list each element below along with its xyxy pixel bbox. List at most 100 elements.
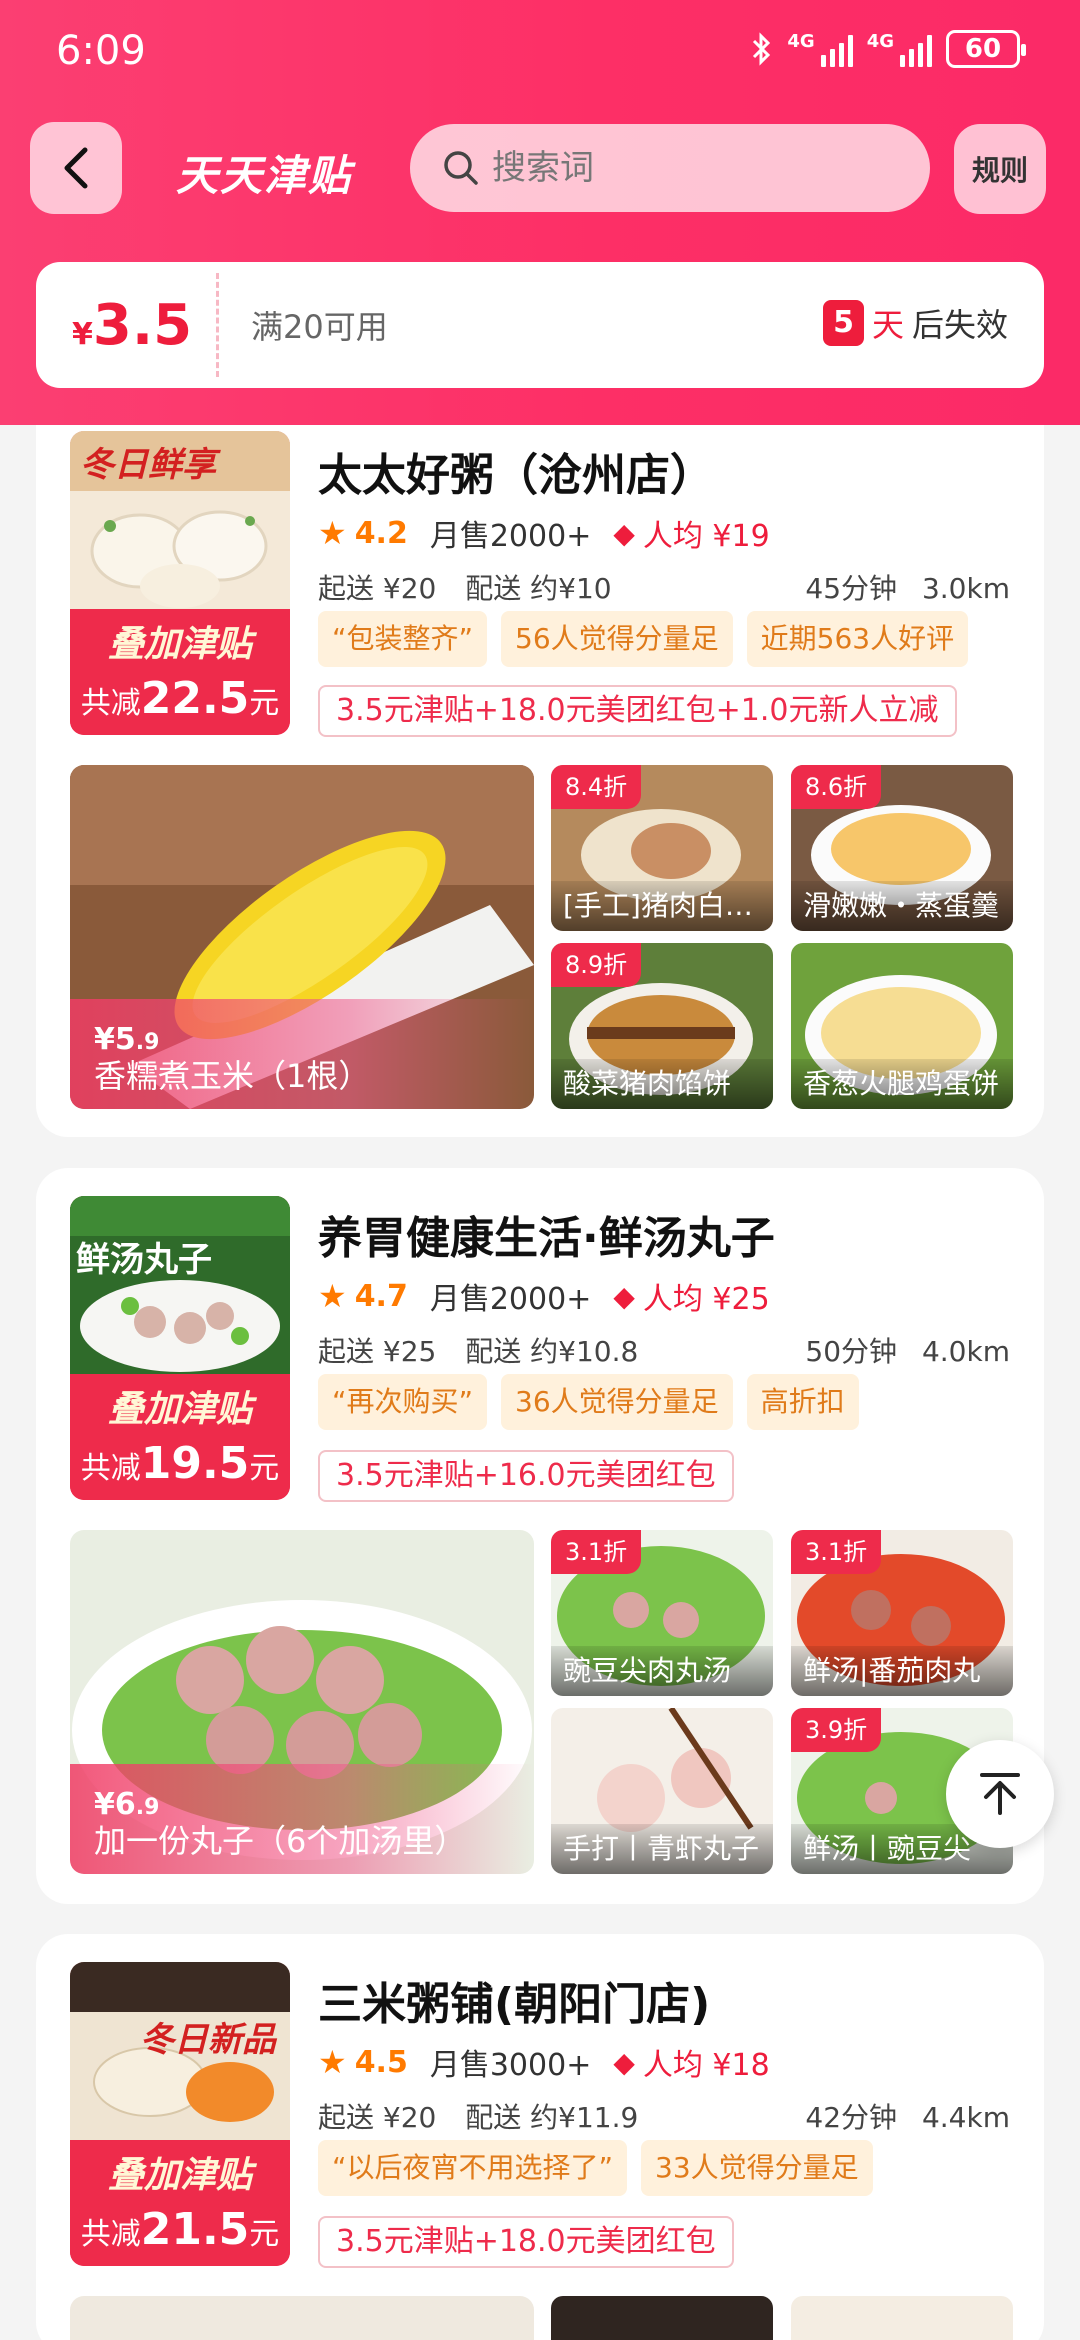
search-input[interactable]: [492, 148, 872, 188]
store-card[interactable]: 鲜汤丸子 叠加津贴 共减19.5元 养胃健康生活·鲜汤丸子 ★ 4.7 月售20…: [36, 1168, 1044, 1904]
search-box[interactable]: [410, 124, 930, 212]
avg-price: 人均 ¥19: [642, 519, 770, 554]
product-name: 鲜汤|番茄肉丸: [791, 1646, 1013, 1696]
store-name[interactable]: 太太好粥（沧州店）: [318, 439, 714, 503]
delivery-time: 50分钟: [805, 1335, 898, 1368]
back-to-top-button[interactable]: [946, 1740, 1054, 1848]
product-item[interactable]: 手打丨青虾丸子: [551, 1708, 773, 1874]
badge-amount: 22.5: [140, 673, 250, 724]
expiry-text: 后失效: [911, 306, 1008, 344]
coupon-expiry: 5 天 后失效: [823, 300, 1008, 346]
product-item[interactable]: [551, 2296, 773, 2340]
badge-amount: 21.5: [140, 2204, 250, 2255]
product-name: [手工]猪肉白菜大包: [551, 881, 773, 931]
store-name[interactable]: 三米粥铺(朝阳门店): [318, 1968, 710, 2032]
page-title: 天天津贴: [176, 151, 353, 200]
signal-icon-2: 4G: [867, 31, 932, 67]
product-item[interactable]: 8.9折 酸菜猪肉馅饼: [551, 943, 773, 1109]
badge-prefix: 共减: [80, 1451, 141, 1486]
badge-amount: 19.5: [140, 1438, 250, 1489]
expiry-unit: 天: [871, 306, 904, 344]
delivery-fee: 配送 约¥11.9: [465, 2101, 639, 2134]
network-label: 4G: [787, 31, 815, 52]
product-featured[interactable]: [70, 2296, 534, 2340]
store-rating: 4.2: [354, 515, 408, 551]
store-rating: 4.7: [354, 1278, 408, 1314]
badge-total: 共减21.5元: [70, 2204, 290, 2255]
rules-button[interactable]: 规则: [954, 124, 1046, 214]
badge-total: 共减19.5元: [70, 1438, 290, 1489]
discount-badge: 8.9折: [551, 943, 642, 987]
product-featured[interactable]: ¥5.9 香糯煮玉米（1根）: [70, 765, 534, 1109]
delivery-fee: 配送 约¥10.8: [465, 1335, 639, 1368]
coupon-amount: ¥3.5: [36, 293, 216, 358]
store-tags: “再次购买” 36人觉得分量足 高折扣: [318, 1374, 859, 1430]
delivery-eta: 42分钟 4.4km: [805, 2096, 1010, 2136]
tag: “再次购买”: [318, 1374, 488, 1430]
delivery-info: 起送 ¥25 配送 约¥10.8: [318, 1330, 638, 1370]
subsidy-badge: 叠加津贴 共减22.5元: [70, 609, 290, 735]
avg-price: 人均 ¥25: [642, 1282, 770, 1317]
store-name[interactable]: 养胃健康生活·鲜汤丸子: [318, 1202, 775, 1266]
subsidy-badge: 叠加津贴 共减21.5元: [70, 2140, 290, 2266]
expiry-days: 5: [823, 300, 864, 346]
badge-prefix: 共减: [80, 686, 141, 721]
store-card[interactable]: 冬日新品 叠加津贴 共减21.5元 三米粥铺(朝阳门店) ★ 4.5 月售300…: [36, 1934, 1044, 2340]
product-item[interactable]: 3.1折 豌豆尖肉丸汤: [551, 1530, 773, 1696]
store-stats: ★ 4.2 月售2000+ ◆ 人均 ¥19: [318, 511, 770, 555]
signal-icon: 4G: [787, 31, 853, 67]
product-name: 加一份丸子（6个加汤里）: [94, 1822, 467, 1860]
product-item[interactable]: [791, 2296, 1013, 2340]
delivery-info: 起送 ¥20 配送 约¥10: [318, 567, 612, 607]
store-tags: “包装整齐” 56人觉得分量足 近期563人好评: [318, 611, 969, 667]
thumb-caption: 冬日鲜享: [80, 445, 216, 485]
monthly-sales: 月售2000+: [429, 1282, 592, 1317]
network-label-2: 4G: [866, 31, 894, 52]
promo-label: 3.5元津贴+18.0元美团红包: [318, 2216, 734, 2268]
tag: 近期563人好评: [746, 611, 969, 667]
store-thumbnail[interactable]: 冬日新品 叠加津贴 共减21.5元: [70, 1962, 290, 2266]
distance: 4.4km: [921, 2101, 1010, 2134]
battery-icon: 60: [946, 30, 1026, 68]
store-stats: ★ 4.7 月售2000+ ◆ 人均 ¥25: [318, 1274, 770, 1318]
product-item[interactable]: 8.6折 滑嫩嫩・蒸蛋羹: [791, 765, 1013, 931]
product-featured[interactable]: ¥6.9 加一份丸子（6个加汤里）: [70, 1530, 534, 1874]
product-item[interactable]: 8.4折 [手工]猪肉白菜大包: [551, 765, 773, 931]
star-icon: ★: [318, 514, 347, 552]
product-name: 豌豆尖肉丸汤: [551, 1646, 773, 1696]
status-time: 6:09: [56, 28, 146, 74]
product-name: 手打丨青虾丸子: [551, 1824, 773, 1874]
star-icon: ★: [318, 2043, 347, 2081]
store-thumbnail[interactable]: 冬日鲜享 叠加津贴 共减22.5元: [70, 431, 290, 735]
coupon-condition: 满20可用: [251, 308, 388, 346]
back-button[interactable]: [30, 122, 122, 214]
star-icon: ★: [318, 1277, 347, 1315]
store-rating: 4.5: [354, 2044, 408, 2080]
delivery-eta: 45分钟 3.0km: [805, 567, 1010, 607]
coupon-divider: [216, 273, 219, 377]
tag: 33人觉得分量足: [641, 2140, 873, 2196]
promo-label: 3.5元津贴+16.0元美团红包: [318, 1450, 734, 1502]
badge-title: 叠加津贴: [107, 624, 252, 665]
distance: 4.0km: [921, 1335, 1010, 1368]
badge-title: 叠加津贴: [107, 1389, 252, 1430]
store-card[interactable]: 冬日鲜享 叠加津贴 共减22.5元 太太好粥（沧州店） ★ 4.2 月售2000…: [36, 425, 1044, 1137]
discount-badge: 3.1折: [791, 1530, 882, 1574]
monthly-sales: 月售2000+: [429, 519, 592, 554]
coupon-currency: ¥: [72, 316, 93, 352]
product-name: 香糯煮玉米（1根）: [94, 1057, 371, 1095]
tag: 高折扣: [746, 1374, 859, 1430]
product-name: 香葱火腿鸡蛋饼: [791, 1059, 1013, 1109]
promo-label: 3.5元津贴+18.0元美团红包+1.0元新人立减: [318, 685, 957, 737]
discount-badge: 3.9折: [791, 1708, 882, 1752]
diamond-icon: ◆: [613, 516, 635, 550]
min-order: 起送 ¥20: [318, 2101, 437, 2134]
product-item[interactable]: 3.1折 鲜汤|番茄肉丸: [791, 1530, 1013, 1696]
discount-badge: 3.1折: [551, 1530, 642, 1574]
tag: 56人觉得分量足: [501, 611, 733, 667]
coupon-card: ¥3.5 满20可用 5 天 后失效: [36, 262, 1044, 388]
store-thumbnail[interactable]: 鲜汤丸子 叠加津贴 共减19.5元: [70, 1196, 290, 1500]
tag: “包装整齐”: [318, 611, 488, 667]
delivery-fee: 配送 约¥10: [465, 572, 612, 605]
product-item[interactable]: 香葱火腿鸡蛋饼: [791, 943, 1013, 1109]
